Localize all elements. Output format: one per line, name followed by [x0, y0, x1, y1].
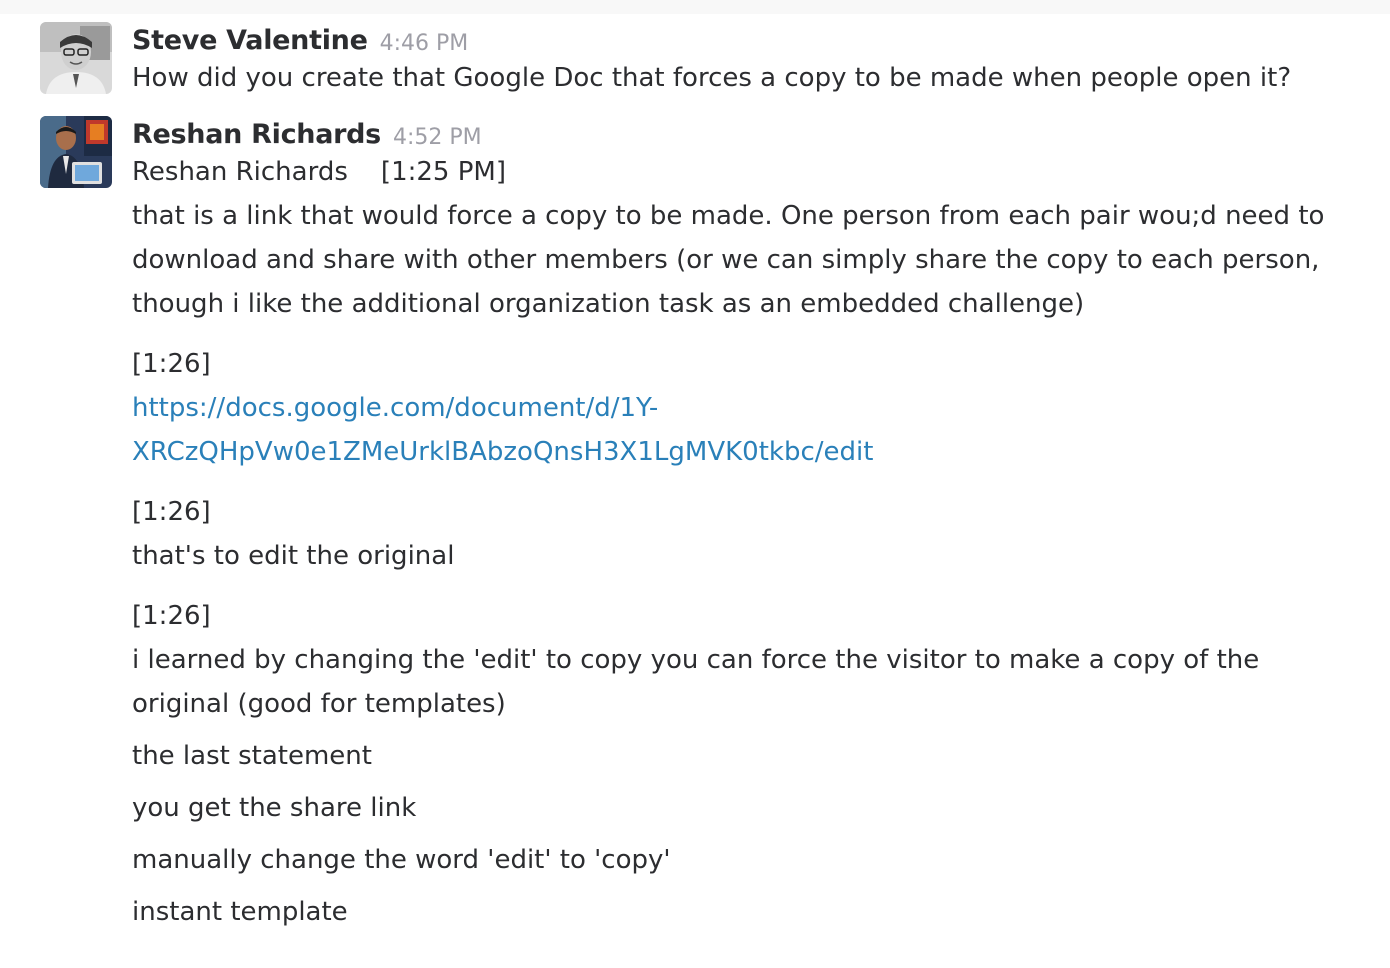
message-paragraph: that is a link that would force a copy t…	[132, 201, 1325, 319]
message-timestamp[interactable]: 4:46 PM	[380, 22, 469, 63]
reshan-avatar-image	[40, 116, 112, 188]
followup-message: instant template	[132, 897, 348, 927]
google-doc-link-line2[interactable]: XRCzQHpVw0e1ZMeUrklBAbzoQnsH3X1LgMVK0tkb…	[132, 430, 1362, 474]
followup-message: you get the share link	[132, 793, 417, 823]
message-line: that's to edit the original	[132, 541, 455, 571]
message-timestamp[interactable]: 4:52 PM	[393, 116, 482, 157]
message-header: Steve Valentine 4:46 PM	[132, 22, 1362, 60]
inline-timestamp: [1:26]	[132, 601, 211, 631]
sender-name[interactable]: Reshan Richards	[132, 116, 381, 154]
message-header: Reshan Richards 4:52 PM	[132, 116, 1362, 154]
followup-message: manually change the word 'edit' to 'copy…	[132, 845, 671, 875]
inline-timestamp: [1:26]	[132, 349, 211, 379]
message-body: Steve Valentine 4:46 PM How did you creat…	[132, 22, 1362, 100]
quoted-header: Reshan Richards [1:25 PM]	[132, 157, 506, 187]
message-text: How did you create that Google Doc that …	[132, 63, 1292, 93]
message-body: Reshan Richards 4:52 PM Reshan Richards […	[132, 116, 1362, 934]
google-doc-link-line1[interactable]: https://docs.google.com/document/d/1Y-	[132, 386, 1362, 430]
steve-avatar-image	[40, 22, 112, 94]
followup-message: the last statement	[132, 741, 372, 771]
avatar-steve-valentine[interactable]	[40, 22, 112, 94]
message-paragraph: i learned by changing the 'edit' to copy…	[132, 645, 1260, 719]
inline-timestamp: [1:26]	[132, 497, 211, 527]
avatar-reshan-richards[interactable]	[40, 116, 112, 188]
previous-message-fragment	[0, 0, 1390, 14]
sender-name[interactable]: Steve Valentine	[132, 22, 368, 60]
